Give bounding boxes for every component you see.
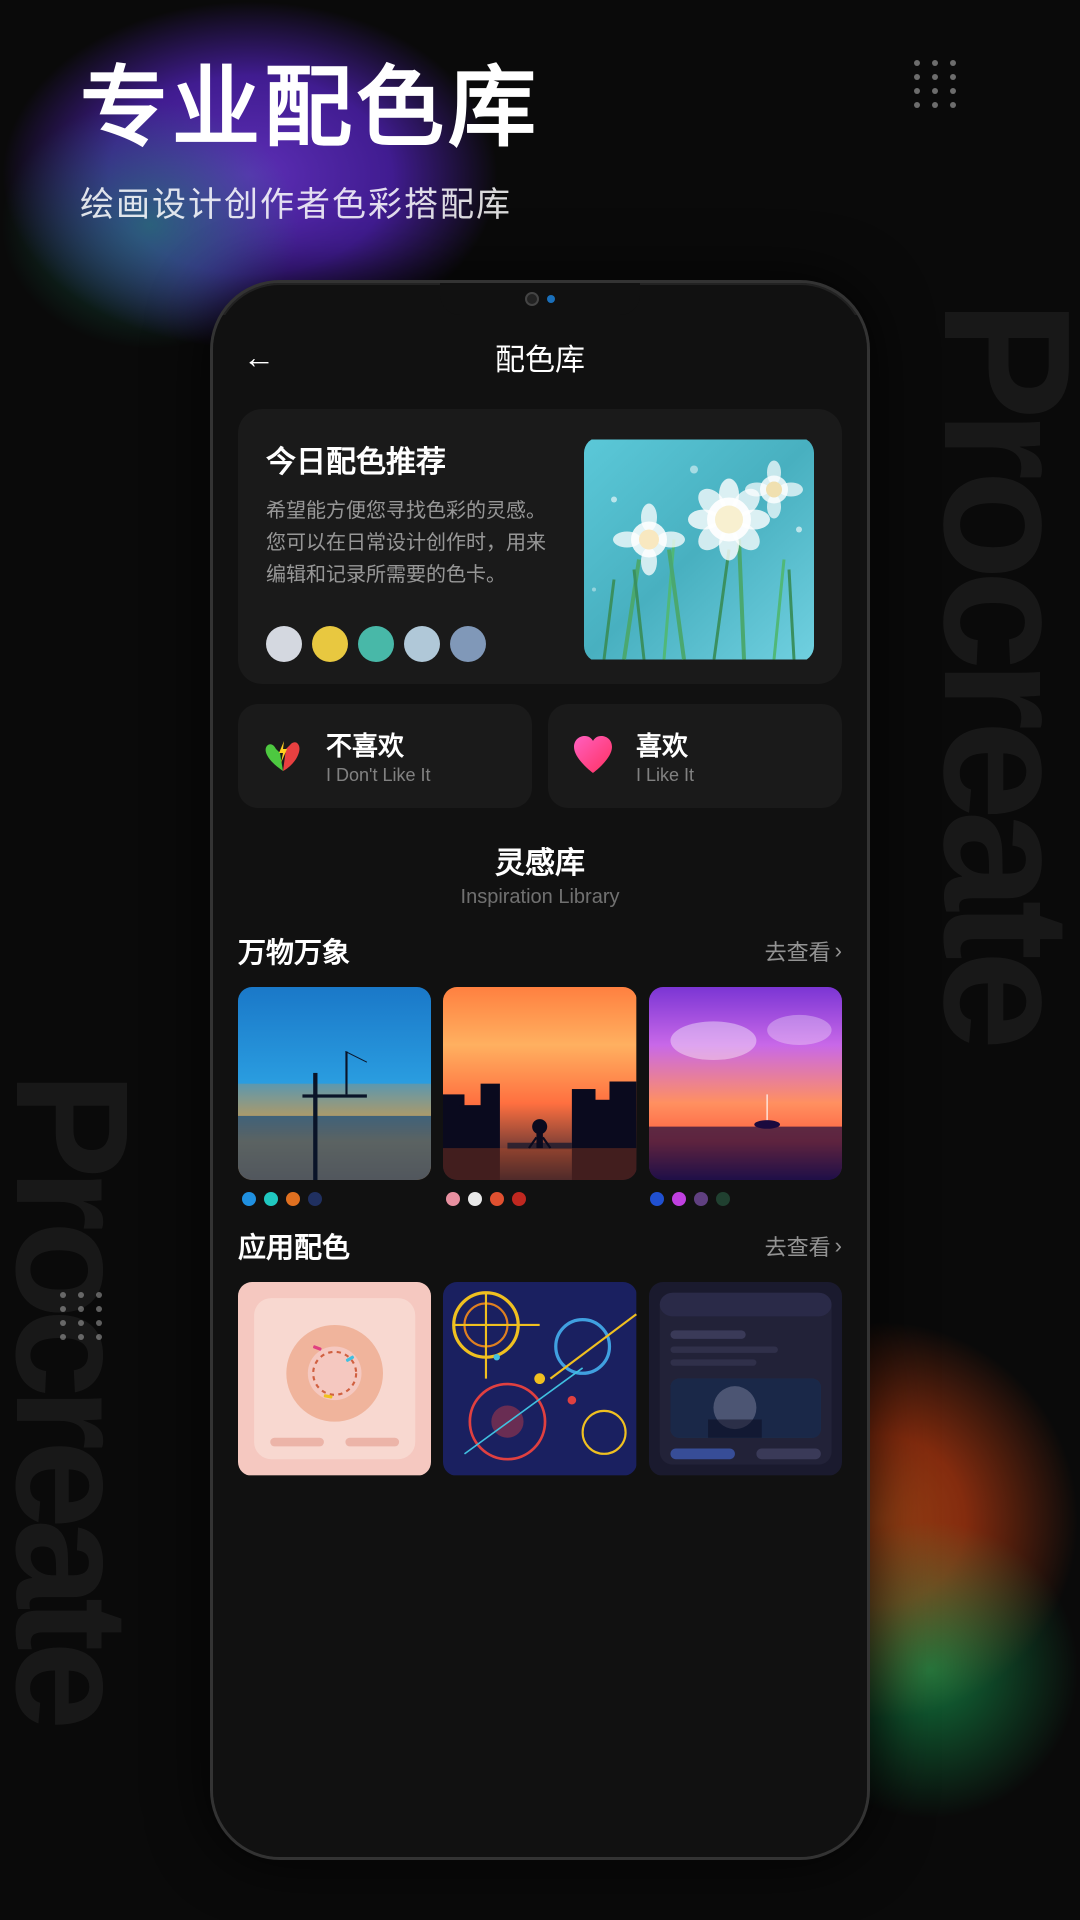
color-dot-5[interactable] (450, 626, 486, 662)
gallery-header-2: 应用配色 去查看 › (238, 1226, 842, 1266)
like-button[interactable]: 喜欢 I Like It (548, 704, 842, 808)
gallery1-item-1[interactable] (238, 987, 431, 1180)
color-dot-4[interactable] (404, 626, 440, 662)
today-card-left: 今日配色推荐 希望能方便您寻找色彩的灵感。您可以在日常设计创作时，用来编辑和记录… (266, 437, 564, 662)
today-card-colors (266, 626, 564, 662)
gallery2-title: 应用配色 (238, 1226, 350, 1266)
dislike-button-content: 不喜欢 I Don't Like It (326, 726, 430, 786)
gallery-section-1: 万物万象 去查看 › (238, 931, 842, 1206)
inspiration-section-header: 灵感库 Inspiration Library (213, 828, 867, 915)
app-bar: ← 配色库 (213, 315, 867, 399)
dislike-icon (258, 731, 308, 781)
color-dot-3[interactable] (358, 626, 394, 662)
gallery2-item-2[interactable] (443, 1282, 636, 1475)
gallery1-more-button[interactable]: 去查看 › (765, 935, 842, 967)
like-button-content: 喜欢 I Like It (636, 726, 694, 786)
gallery-header-1: 万物万象 去查看 › (238, 931, 842, 971)
color-dot-2[interactable] (312, 626, 348, 662)
gallery1-grid (238, 987, 842, 1180)
dislike-sublabel: I Don't Like It (326, 765, 430, 786)
phone-notch (440, 283, 640, 315)
gallery1-title: 万物万象 (238, 931, 350, 971)
like-label: 喜欢 (636, 726, 694, 763)
gallery1-dot-2-4 (512, 1192, 526, 1206)
today-card-title: 今日配色推荐 (266, 437, 564, 481)
gallery1-dot-3-3 (694, 1192, 708, 1206)
notch-camera (525, 292, 539, 306)
gallery1-item-2[interactable] (443, 987, 636, 1180)
color-dot-1[interactable] (266, 626, 302, 662)
gallery1-dot-1-2 (264, 1192, 278, 1206)
watermark-left: Procreate (0, 1072, 164, 1720)
phone-frame: ← 配色库 今日配色推荐 希望能方便您寻找色彩的灵感。您可以在日常设计创作时，用… (210, 280, 870, 1860)
gallery1-dot-1-3 (286, 1192, 300, 1206)
inspiration-subtitle: Inspiration Library (213, 886, 867, 909)
today-card-description: 希望能方便您寻找色彩的灵感。您可以在日常设计创作时，用来编辑和记录所需要的色卡。 (266, 495, 564, 610)
gallery1-dot-1-1 (242, 1192, 256, 1206)
inspiration-title: 灵感库 (213, 838, 867, 882)
gallery1-item-3[interactable] (649, 987, 842, 1180)
gallery1-dot-3-1 (650, 1192, 664, 1206)
like-sublabel: I Like It (636, 765, 694, 786)
dislike-label: 不喜欢 (326, 726, 430, 763)
gallery2-grid (238, 1282, 842, 1475)
gallery1-dot-3-4 (716, 1192, 730, 1206)
gallery2-item-3[interactable] (649, 1282, 842, 1475)
today-recommendation-card: 今日配色推荐 希望能方便您寻找色彩的灵感。您可以在日常设计创作时，用来编辑和记录… (238, 409, 842, 684)
gallery-section-2: 应用配色 去查看 › (238, 1226, 842, 1475)
gallery1-dot-2-1 (446, 1192, 460, 1206)
header-section: 专业配色库 绘画设计创作者色彩搭配库 (80, 60, 540, 226)
notch-sensor (547, 295, 555, 303)
gallery1-dot-2-2 (468, 1192, 482, 1206)
phone-inner: ← 配色库 今日配色推荐 希望能方便您寻找色彩的灵感。您可以在日常设计创作时，用… (213, 315, 867, 1857)
gallery1-dot-2-3 (490, 1192, 504, 1206)
like-icon (568, 731, 618, 781)
phone-btn-power (867, 483, 870, 563)
dots-pattern-top-right (914, 60, 960, 108)
today-card-image (584, 437, 814, 662)
watermark-right: Procreate (903, 300, 1080, 1040)
gallery1-dot-3-2 (672, 1192, 686, 1206)
phone-btn-volume (867, 593, 870, 723)
action-buttons: 不喜欢 I Don't Like It (238, 704, 842, 808)
gallery2-more-button[interactable]: 去查看 › (765, 1230, 842, 1262)
back-button[interactable]: ← (243, 339, 275, 376)
gallery1-dot-1-4 (308, 1192, 322, 1206)
dots-pattern-bottom-left (60, 1292, 106, 1340)
page-subtitle: 绘画设计创作者色彩搭配库 (80, 177, 540, 226)
page-title: 专业配色库 (80, 60, 540, 157)
gallery2-item-1[interactable] (238, 1282, 431, 1475)
app-bar-title: 配色库 (495, 335, 585, 379)
dislike-button[interactable]: 不喜欢 I Don't Like It (238, 704, 532, 808)
